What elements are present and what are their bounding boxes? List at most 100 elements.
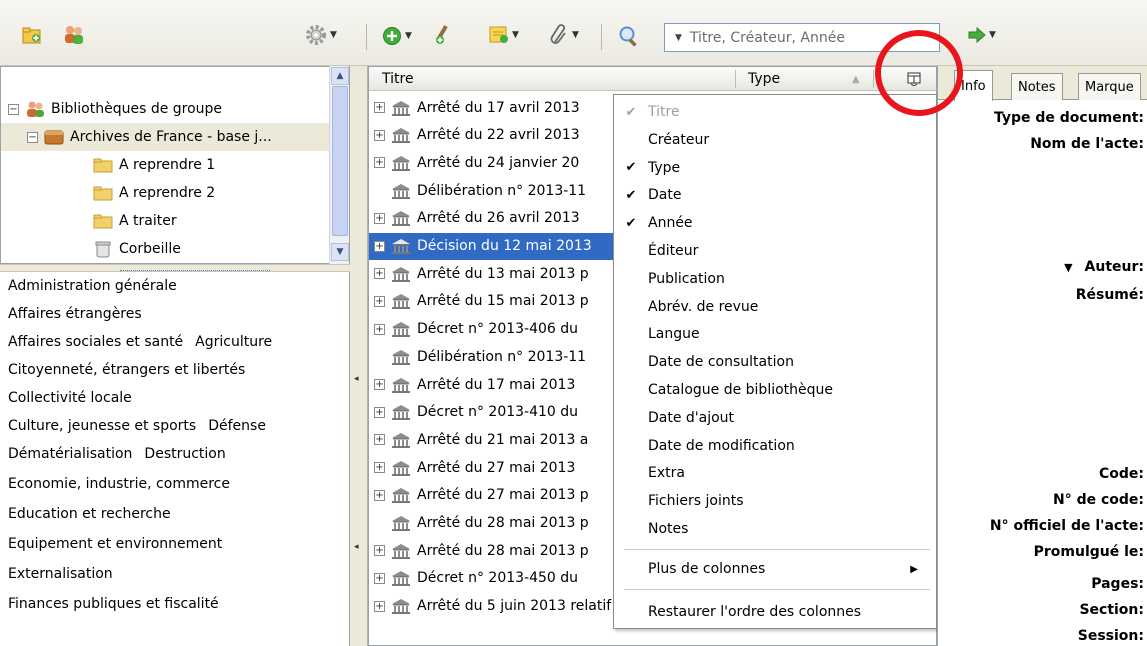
collection-label: Bibliothèques de groupe — [51, 101, 223, 117]
menu-item-more-columns[interactable]: Plus de colonnes ▶ — [614, 555, 936, 583]
menu-item-column[interactable]: Fichiers joints — [614, 487, 936, 515]
tag[interactable]: Finances publiques et fiscalité — [8, 596, 219, 612]
new-group-button[interactable] — [62, 24, 86, 46]
menu-separator — [624, 549, 930, 550]
tag[interactable]: Affaires étrangères — [8, 306, 142, 322]
legal-document-icon — [392, 571, 410, 587]
scroll-thumb[interactable] — [332, 86, 348, 236]
menu-item-column[interactable]: Extra — [614, 459, 936, 487]
new-collection-button[interactable] — [22, 26, 42, 44]
expand-toggle-icon[interactable]: + — [374, 240, 385, 252]
collection-folder[interactable]: A traiter — [93, 207, 177, 235]
expand-toggle-icon[interactable]: + — [374, 379, 385, 390]
collection-library-archives[interactable]: − Archives de France - base j... — [1, 123, 329, 151]
new-note-button[interactable]: ▼ — [489, 26, 519, 44]
menu-item-column[interactable]: Langue — [614, 320, 936, 348]
expand-toggle-icon[interactable]: + — [374, 572, 385, 584]
splitter-grip[interactable] — [120, 266, 270, 271]
search-mode-chevron-icon[interactable]: ▼ — [675, 33, 682, 43]
vertical-splitter[interactable]: ◂ ◂ — [350, 66, 368, 646]
tag[interactable]: Equipement et environnement — [8, 536, 222, 552]
menu-item-column[interactable]: Catalogue de bibliothèque — [614, 376, 936, 404]
locate-button[interactable]: ▼ — [968, 27, 996, 43]
column-header-type[interactable]: Type — [748, 67, 780, 91]
new-item-button[interactable]: ▼ — [382, 26, 412, 46]
expand-toggle-icon[interactable]: + — [374, 295, 385, 307]
column-divider[interactable] — [873, 70, 874, 88]
collapse-toggle-icon[interactable]: − — [8, 103, 19, 115]
scroll-down-icon[interactable]: ▼ — [331, 243, 349, 261]
expand-toggle-icon[interactable]: + — [374, 434, 385, 446]
menu-item-label: Créateur — [648, 131, 710, 148]
column-divider[interactable] — [735, 70, 736, 88]
expand-toggle-icon[interactable]: + — [374, 489, 385, 501]
collection-group-libraries[interactable]: − Bibliothèques de groupe — [8, 95, 222, 123]
menu-item-label: Date — [648, 187, 682, 204]
expand-toggle-icon[interactable]: + — [374, 406, 385, 418]
tag[interactable]: Externalisation — [8, 566, 113, 582]
legal-document-icon — [392, 599, 410, 615]
menu-item-column[interactable]: Abrév. de revue — [614, 293, 936, 321]
locate-arrow-icon — [968, 27, 986, 43]
tag[interactable]: Education et recherche — [8, 506, 171, 522]
menu-item-restore-order[interactable]: Restaurer l'ordre des colonnes — [614, 598, 936, 626]
tab-tags[interactable]: Marque — [1078, 73, 1141, 100]
scroll-up-icon[interactable]: ▲ — [331, 67, 349, 85]
menu-item-label: Langue — [648, 326, 700, 343]
menu-item-column[interactable]: Date de consultation — [614, 348, 936, 376]
legal-document-icon — [392, 100, 410, 116]
expand-toggle-icon[interactable]: + — [374, 462, 385, 474]
tag[interactable]: Défense — [208, 418, 266, 434]
collection-folder[interactable]: A reprendre 1 — [93, 151, 215, 179]
tab-notes[interactable]: Notes — [1011, 73, 1063, 100]
actions-menu-button[interactable]: ▼ — [305, 24, 337, 46]
legal-document-icon — [392, 432, 410, 448]
expand-toggle-icon[interactable]: + — [374, 268, 385, 280]
menu-item-column[interactable]: Date d'ajout — [614, 404, 936, 432]
legal-document-icon — [392, 377, 410, 393]
tag[interactable]: Collectivité locale — [8, 390, 132, 406]
collapse-left-icon[interactable]: ◂ — [354, 374, 359, 384]
collection-folder[interactable]: A reprendre 2 — [93, 179, 215, 207]
column-header-title[interactable]: Titre — [382, 67, 414, 91]
expand-toggle-icon[interactable]: + — [374, 129, 385, 141]
tag[interactable]: Affaires sociales et santé — [8, 334, 183, 350]
expand-toggle-icon[interactable]: + — [374, 102, 385, 113]
expand-toggle-icon[interactable]: + — [374, 212, 385, 224]
tag[interactable]: Destruction — [144, 446, 225, 462]
attachment-button[interactable]: ▼ — [549, 24, 579, 46]
expand-toggle-icon[interactable]: + — [374, 600, 385, 612]
menu-item-column[interactable]: Publication — [614, 265, 936, 293]
menu-item-column[interactable]: Date de modification — [614, 432, 936, 460]
expand-toggle-icon[interactable]: + — [374, 157, 385, 169]
tag[interactable]: Administration générale — [8, 278, 177, 294]
expand-toggle-icon[interactable]: + — [374, 323, 385, 335]
tag[interactable]: Dématérialisation — [8, 446, 132, 462]
menu-item-column[interactable]: Éditeur — [614, 237, 936, 265]
collapse-left-icon[interactable]: ◂ — [354, 542, 359, 552]
expand-toggle-icon[interactable]: + — [374, 545, 385, 557]
add-by-identifier-icon — [436, 25, 448, 44]
search-placeholder: Titre, Créateur, Année — [689, 29, 845, 46]
collections-scrollbar[interactable]: ▲ ▼ — [329, 66, 349, 264]
tag[interactable]: Citoyenneté, étrangers et libertés — [8, 362, 245, 378]
advanced-search-button[interactable] — [618, 25, 640, 47]
menu-item-column[interactable]: Notes — [614, 515, 936, 543]
menu-item-column[interactable]: ✔ Année — [614, 209, 936, 237]
tag[interactable]: Economie, industrie, commerce — [8, 476, 230, 492]
tag[interactable]: Agriculture — [195, 334, 272, 350]
item-type-icon — [391, 404, 411, 421]
tag[interactable]: Culture, jeunesse et sports — [8, 418, 196, 434]
new-item-icon — [383, 27, 401, 45]
menu-item-column[interactable]: Créateur — [614, 126, 936, 154]
collapse-toggle-icon[interactable]: − — [27, 131, 38, 143]
add-by-identifier-button[interactable] — [434, 24, 456, 46]
menu-item-label: Publication — [648, 270, 725, 287]
author-toggle-icon[interactable]: ▼ — [1064, 261, 1072, 274]
item-type-icon — [391, 487, 411, 504]
collection-trash[interactable]: Corbeille — [93, 235, 181, 263]
menu-item-column[interactable]: ✔ Date — [614, 181, 936, 209]
pane-splitter[interactable] — [0, 264, 350, 272]
menu-item-column[interactable]: ✔ Type — [614, 154, 936, 182]
field-label-session: Session: — [1077, 628, 1144, 644]
